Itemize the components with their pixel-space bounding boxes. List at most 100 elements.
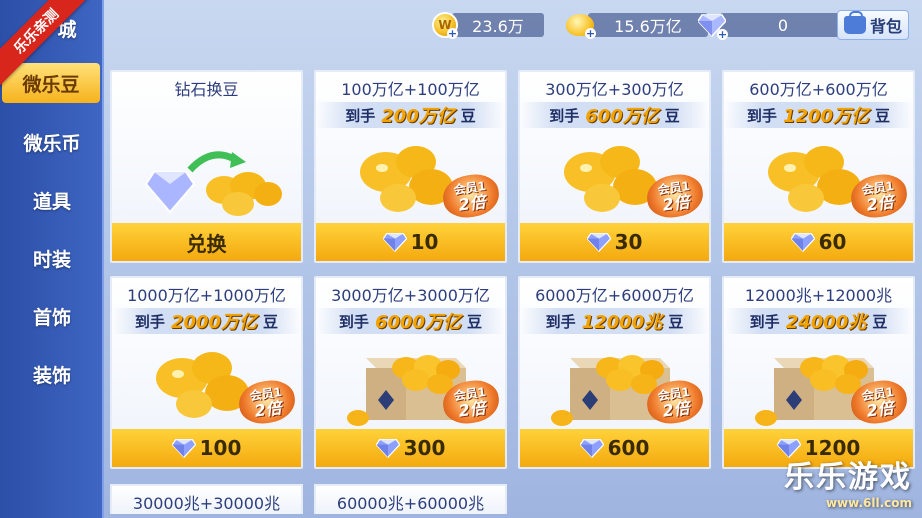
- bean-package-card[interactable]: 3000万亿+3000万亿 到手 6000万亿 豆 会员1 2倍 300: [314, 276, 507, 469]
- bonus-amount: 600万亿: [585, 106, 659, 127]
- bonus-suffix: 豆: [875, 106, 891, 125]
- watermark-url: www.6ll.com: [825, 496, 912, 510]
- diamond-icon: [790, 233, 815, 252]
- price-label: 300: [403, 436, 446, 460]
- buy-button[interactable]: 10: [316, 223, 505, 261]
- sidebar-item-label: 时装: [32, 248, 71, 271]
- card-bonus-line: 到手 200万亿 豆: [316, 102, 505, 128]
- bonus-suffix: 豆: [460, 106, 476, 125]
- diamond-to-bean-art: [144, 151, 282, 216]
- price-label: 600: [607, 436, 650, 460]
- bonus-amount: 12000兆: [581, 312, 663, 333]
- bean-package-card[interactable]: 300万亿+300万亿 到手 600万亿 豆 会员1 2倍 30: [518, 70, 711, 263]
- bonus-suffix: 豆: [467, 312, 483, 331]
- card-bonus-line: 到手 2000万亿 豆: [112, 308, 301, 334]
- bean-package-card[interactable]: 6000万亿+6000万亿 到手 12000兆 豆 会员1 2倍 600: [518, 276, 711, 469]
- vip-multiplier: 2倍: [865, 398, 895, 421]
- vip-multiplier: 2倍: [253, 398, 283, 421]
- sidebar-item-jewelry[interactable]: 首饰: [0, 296, 104, 336]
- diamond-balance[interactable]: + 0: [697, 12, 846, 40]
- bonus-amount: 200万亿: [381, 106, 455, 127]
- vip-multiplier: 2倍: [865, 192, 895, 215]
- diamond-icon: [586, 233, 611, 252]
- sidebar-item-label: 微乐豆: [22, 73, 80, 96]
- card-title: 3000万亿+3000万亿: [331, 286, 490, 305]
- bonus-prefix: 到手: [549, 106, 580, 125]
- exchange-card[interactable]: 钻石换豆 兑换: [110, 70, 303, 263]
- card-bonus-line: 到手 12000兆 豆: [520, 308, 709, 334]
- plus-icon[interactable]: +: [717, 29, 728, 40]
- bean-package-card-partial[interactable]: 30000兆+30000兆: [110, 484, 303, 514]
- sidebar-item-label: 首饰: [32, 306, 71, 329]
- category-sidebar: 城 微乐豆 微乐币 道具 时装 首饰 装饰: [0, 0, 104, 518]
- card-title: 30000兆+30000兆: [132, 494, 281, 513]
- coin-balance[interactable]: W + 23.6万: [432, 12, 544, 39]
- bean-package-card[interactable]: 12000兆+12000兆 到手 24000兆 豆 会员1 2倍 1200: [722, 276, 915, 469]
- backpack-label: 背包: [869, 17, 902, 36]
- sidebar-item-weile-beans[interactable]: 微乐豆: [2, 63, 100, 103]
- backpack-button[interactable]: 背包: [837, 10, 909, 40]
- watermark: 乐乐游戏 www.6ll.com: [784, 452, 912, 510]
- bonus-prefix: 到手: [749, 312, 780, 331]
- exchange-button[interactable]: 兑换: [112, 223, 301, 261]
- bonus-suffix: 豆: [664, 106, 680, 125]
- card-bonus-line: 到手 24000兆 豆: [724, 308, 913, 334]
- bean-balance[interactable]: + 15.6万亿: [566, 12, 708, 39]
- price-label: 100: [199, 436, 242, 460]
- bean-package-card[interactable]: 600万亿+600万亿 到手 1200万亿 豆 会员1 2倍 60: [722, 70, 915, 263]
- bonus-suffix: 豆: [872, 312, 888, 331]
- price-label: 60: [818, 230, 847, 254]
- bonus-prefix: 到手: [545, 312, 576, 331]
- card-bonus-line: 到手 600万亿 豆: [520, 102, 709, 128]
- sidebar-item-fashion[interactable]: 时装: [0, 238, 104, 278]
- bonus-amount: 2000万亿: [170, 312, 258, 333]
- card-title: 1000万亿+1000万亿: [127, 286, 286, 305]
- buy-button[interactable]: 30: [520, 223, 709, 261]
- vip-multiplier: 2倍: [661, 398, 691, 421]
- card-title: 12000兆+12000兆: [744, 286, 893, 305]
- bean-package-card-partial[interactable]: 60000兆+60000兆: [314, 484, 507, 514]
- bonus-amount: 6000万亿: [374, 312, 462, 333]
- sidebar-item-weile-coins[interactable]: 微乐币: [0, 122, 104, 162]
- bonus-suffix: 豆: [668, 312, 684, 331]
- sidebar-item-props[interactable]: 道具: [0, 180, 104, 220]
- diamond-icon: +: [697, 13, 728, 40]
- card-title: 100万亿+100万亿: [341, 80, 480, 99]
- card-title: 600万亿+600万亿: [749, 80, 888, 99]
- bonus-suffix: 豆: [263, 312, 279, 331]
- card-title: 钻石换豆: [174, 80, 239, 99]
- exchange-label: 兑换: [186, 231, 227, 256]
- backpack-icon: [843, 11, 866, 34]
- buy-button[interactable]: 300: [316, 429, 505, 467]
- buy-button[interactable]: 60: [724, 223, 913, 261]
- bean-package-card[interactable]: 100万亿+100万亿 到手 200万亿 豆 会员1 2倍 10: [314, 70, 507, 263]
- bonus-amount: 24000兆: [785, 312, 867, 333]
- buy-button[interactable]: 600: [520, 429, 709, 467]
- buy-button[interactable]: 100: [112, 429, 301, 467]
- price-label: 30: [614, 230, 643, 254]
- vip-multiplier: 2倍: [661, 192, 691, 215]
- bean-icon: +: [566, 14, 596, 39]
- card-title: 60000兆+60000兆: [336, 494, 485, 513]
- diamond-amount: 0: [720, 13, 846, 37]
- vip-multiplier: 2倍: [457, 398, 487, 421]
- card-title: 300万亿+300万亿: [545, 80, 684, 99]
- bonus-prefix: 到手: [746, 106, 777, 125]
- sidebar-item-label: 装饰: [32, 364, 71, 387]
- sidebar-item-label: 道具: [32, 190, 71, 213]
- diamond-icon: [171, 439, 196, 458]
- bonus-amount: 1200万亿: [782, 106, 870, 127]
- coin-amount: 23.6万: [452, 13, 544, 37]
- bonus-prefix: 到手: [134, 312, 165, 331]
- bean-package-card[interactable]: 1000万亿+1000万亿 到手 2000万亿 豆 会员1 2倍 100: [110, 276, 303, 469]
- plus-icon[interactable]: +: [585, 28, 596, 39]
- diamond-icon: [382, 233, 407, 252]
- vip-multiplier: 2倍: [457, 192, 487, 215]
- plus-icon[interactable]: +: [447, 28, 458, 39]
- coin-icon: W +: [432, 12, 458, 39]
- price-label: 10: [410, 230, 439, 254]
- card-bonus-line: 到手 1200万亿 豆: [724, 102, 913, 128]
- card-title: 6000万亿+6000万亿: [535, 286, 694, 305]
- sidebar-item-decoration[interactable]: 装饰: [0, 354, 104, 394]
- diamond-icon: [375, 439, 400, 458]
